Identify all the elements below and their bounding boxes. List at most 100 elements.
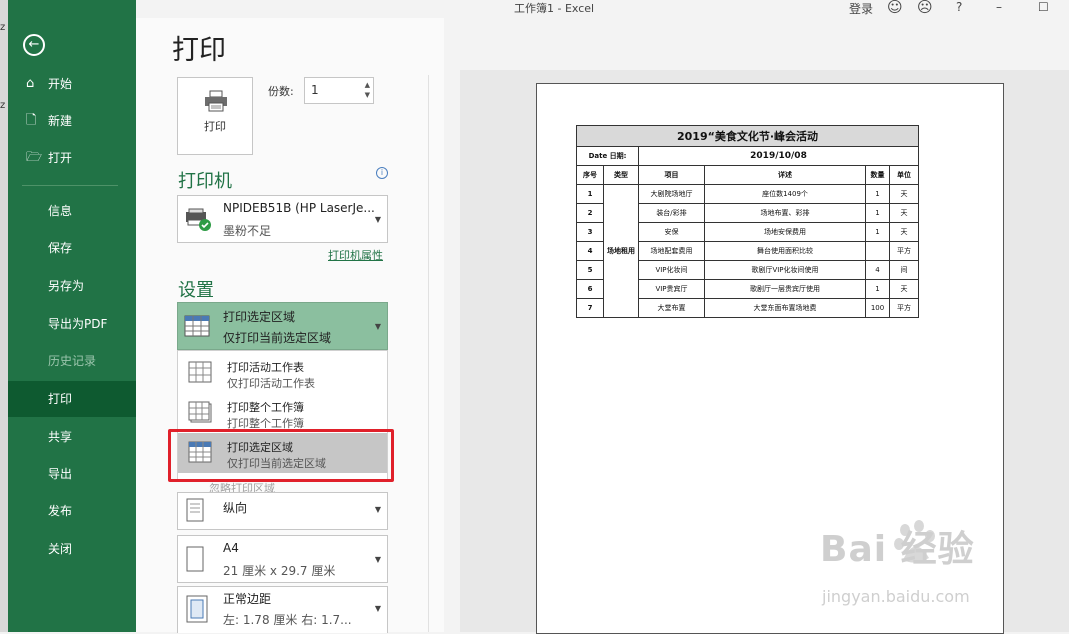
column-header: 序号 (576, 165, 604, 185)
paper-size-dims: 21 厘米 x 29.7 厘米 (223, 564, 336, 578)
sidebar-item-label: 信息 (48, 204, 73, 218)
sidebar-item-label: 另存为 (48, 279, 85, 293)
print-button[interactable]: 打印 (177, 77, 253, 155)
title-bar: 工作簿1 - Excel 登录 ☺ ☹ ? – ☐ (136, 0, 1069, 18)
column-header: 详述 (704, 165, 866, 185)
sidebar-item-history[interactable]: 历史记录 (8, 343, 136, 379)
sidebar-item-close[interactable]: 关闭 (8, 531, 136, 567)
sidebar-item-save-as[interactable]: 另存为 (8, 268, 136, 304)
sidebar-item-label: 打开 (48, 151, 73, 165)
detail-cell: 大堂东面布置场地费 (704, 298, 866, 318)
paper-size-name: A4 (223, 541, 239, 555)
sidebar-item-save[interactable]: 保存 (8, 230, 136, 266)
qty-cell: 1 (865, 279, 890, 299)
page-title: 打印 (172, 35, 226, 66)
margins-name: 正常边距 (223, 592, 272, 606)
printer-dropdown[interactable]: NPIDEB51B (HP LaserJe... 墨粉不足 ▼ (177, 195, 388, 243)
row-number: 7 (576, 298, 604, 318)
print-what-dropdown[interactable]: 打印选定区域 仅打印当前选定区域 ▼ (177, 302, 388, 350)
item-cell: VIP贵宾厅 (638, 279, 705, 299)
sidebar-item-open[interactable]: 🗁 打开 (8, 140, 136, 176)
smile-feedback-icon[interactable]: ☺ (887, 0, 903, 16)
sheet-title: 2019“美食文化节·峰会活动 (576, 125, 919, 147)
item-cell: 装台/彩排 (638, 203, 705, 223)
settings-heading: 设置 (178, 280, 214, 301)
item-cell: 大剧院场地厅 (638, 184, 705, 204)
row-number: 2 (576, 203, 604, 223)
sidebar-item-label: 开始 (48, 77, 73, 91)
sidebar-item-export[interactable]: 导出 (8, 456, 136, 492)
detail-cell: 歌剧厅VIP化妆间使用 (704, 260, 866, 280)
qty-cell: 1 (865, 222, 890, 242)
frown-feedback-icon[interactable]: ☹ (917, 0, 933, 16)
chevron-down-icon: ▼ (374, 215, 381, 224)
column-header: 项目 (638, 165, 705, 185)
sidebar-item-print[interactable]: 打印 (8, 381, 136, 417)
preview-sheet-table: 2019“美食文化节·峰会活动 Date 日期: 2019/10/08 序号 类… (576, 125, 919, 318)
sidebar-item-label: 新建 (48, 114, 73, 128)
table-row: 1 场地租用 大剧院场地厅 座位数1409个 1 天 (576, 184, 919, 318)
menu-item-entire-workbook[interactable]: 打印整个工作簿 打印整个工作簿 (178, 393, 387, 433)
menu-item-title: 打印活动工作表 (227, 361, 304, 374)
sidebar-item-new[interactable]: 🗋 新建 (8, 103, 136, 139)
minimize-icon[interactable]: – (996, 0, 1002, 14)
help-icon[interactable]: ? (956, 0, 962, 14)
date-label: Date 日期: (576, 146, 639, 166)
back-arrow-icon[interactable]: ← (23, 34, 45, 56)
window-edge: z z (0, 0, 8, 632)
workbook-grid-icon (188, 401, 212, 423)
new-file-icon: 🗋 (26, 113, 37, 128)
selected-option-desc: 仅打印当前选定区域 (223, 331, 332, 345)
detail-cell: 场地布置、彩排 (704, 203, 866, 223)
info-icon[interactable]: i (376, 167, 388, 179)
sidebar-item-info[interactable]: 信息 (8, 193, 136, 229)
unit-cell: 天 (889, 279, 919, 299)
menu-item-title: 打印整个工作簿 (227, 401, 304, 414)
orientation-dropdown[interactable]: 纵向 ▼ (177, 492, 388, 530)
sidebar-divider (22, 185, 118, 186)
row-number: 5 (576, 260, 604, 280)
sidebar-item-share[interactable]: 共享 (8, 419, 136, 455)
merged-type-cell: 场地租用 (603, 184, 639, 318)
sidebar-item-home[interactable]: ⌂ 开始 (8, 66, 136, 102)
maximize-icon[interactable]: ☐ (1038, 0, 1049, 14)
unit-cell: 间 (889, 260, 919, 280)
qty-cell: 4 (865, 260, 890, 280)
qty-cell (865, 241, 890, 261)
sidebar-item-label: 关闭 (48, 542, 73, 556)
column-header: 类型 (603, 165, 639, 185)
spinner-arrows-icon[interactable]: ▲ ▼ (365, 80, 370, 100)
window-title: 工作簿1 - Excel (514, 2, 595, 15)
copies-label: 份数: (268, 85, 294, 98)
printer-ready-icon (186, 208, 211, 231)
edge-char: z (0, 100, 6, 111)
detail-cell: 歌剧厅一层贵宾厅使用 (704, 279, 866, 299)
margins-icon (186, 595, 208, 623)
menu-item-active-sheet[interactable]: 打印活动工作表 仅打印活动工作表 (178, 353, 387, 393)
detail-cell: 座位数1409个 (704, 184, 866, 204)
sheet-grid-icon (188, 361, 212, 383)
watermark-brand: Bai 经验 (820, 529, 975, 570)
printer-properties-link[interactable]: 打印机属性 (328, 247, 383, 263)
sidebar-item-label: 导出 (48, 467, 73, 481)
copies-stepper[interactable]: 1 ▲ ▼ (304, 77, 374, 104)
column-header: 单位 (889, 165, 919, 185)
printer-icon (205, 90, 227, 112)
row-number: 4 (576, 241, 604, 261)
login-link[interactable]: 登录 (849, 0, 873, 17)
printer-heading: 打印机 (178, 171, 232, 192)
item-cell: 场地配套费用 (638, 241, 705, 261)
row-number: 6 (576, 279, 604, 299)
sidebar-item-export-pdf[interactable]: 导出为PDF (8, 306, 136, 342)
copies-value: 1 (311, 83, 319, 97)
chevron-down-icon: ▼ (374, 555, 381, 564)
margins-dropdown[interactable]: 正常边距 左: 1.78 厘米 右: 1.7... ▼ (177, 586, 388, 633)
paper-size-dropdown[interactable]: A4 21 厘米 x 29.7 厘米 ▼ (177, 535, 388, 583)
qty-cell: 1 (865, 184, 890, 204)
sidebar-item-label: 打印 (48, 392, 73, 406)
unit-cell: 平方 (889, 298, 919, 318)
item-cell: 安保 (638, 222, 705, 242)
sidebar-item-label: 发布 (48, 504, 73, 518)
sidebar-item-publish[interactable]: 发布 (8, 493, 136, 529)
home-icon: ⌂ (26, 76, 35, 91)
